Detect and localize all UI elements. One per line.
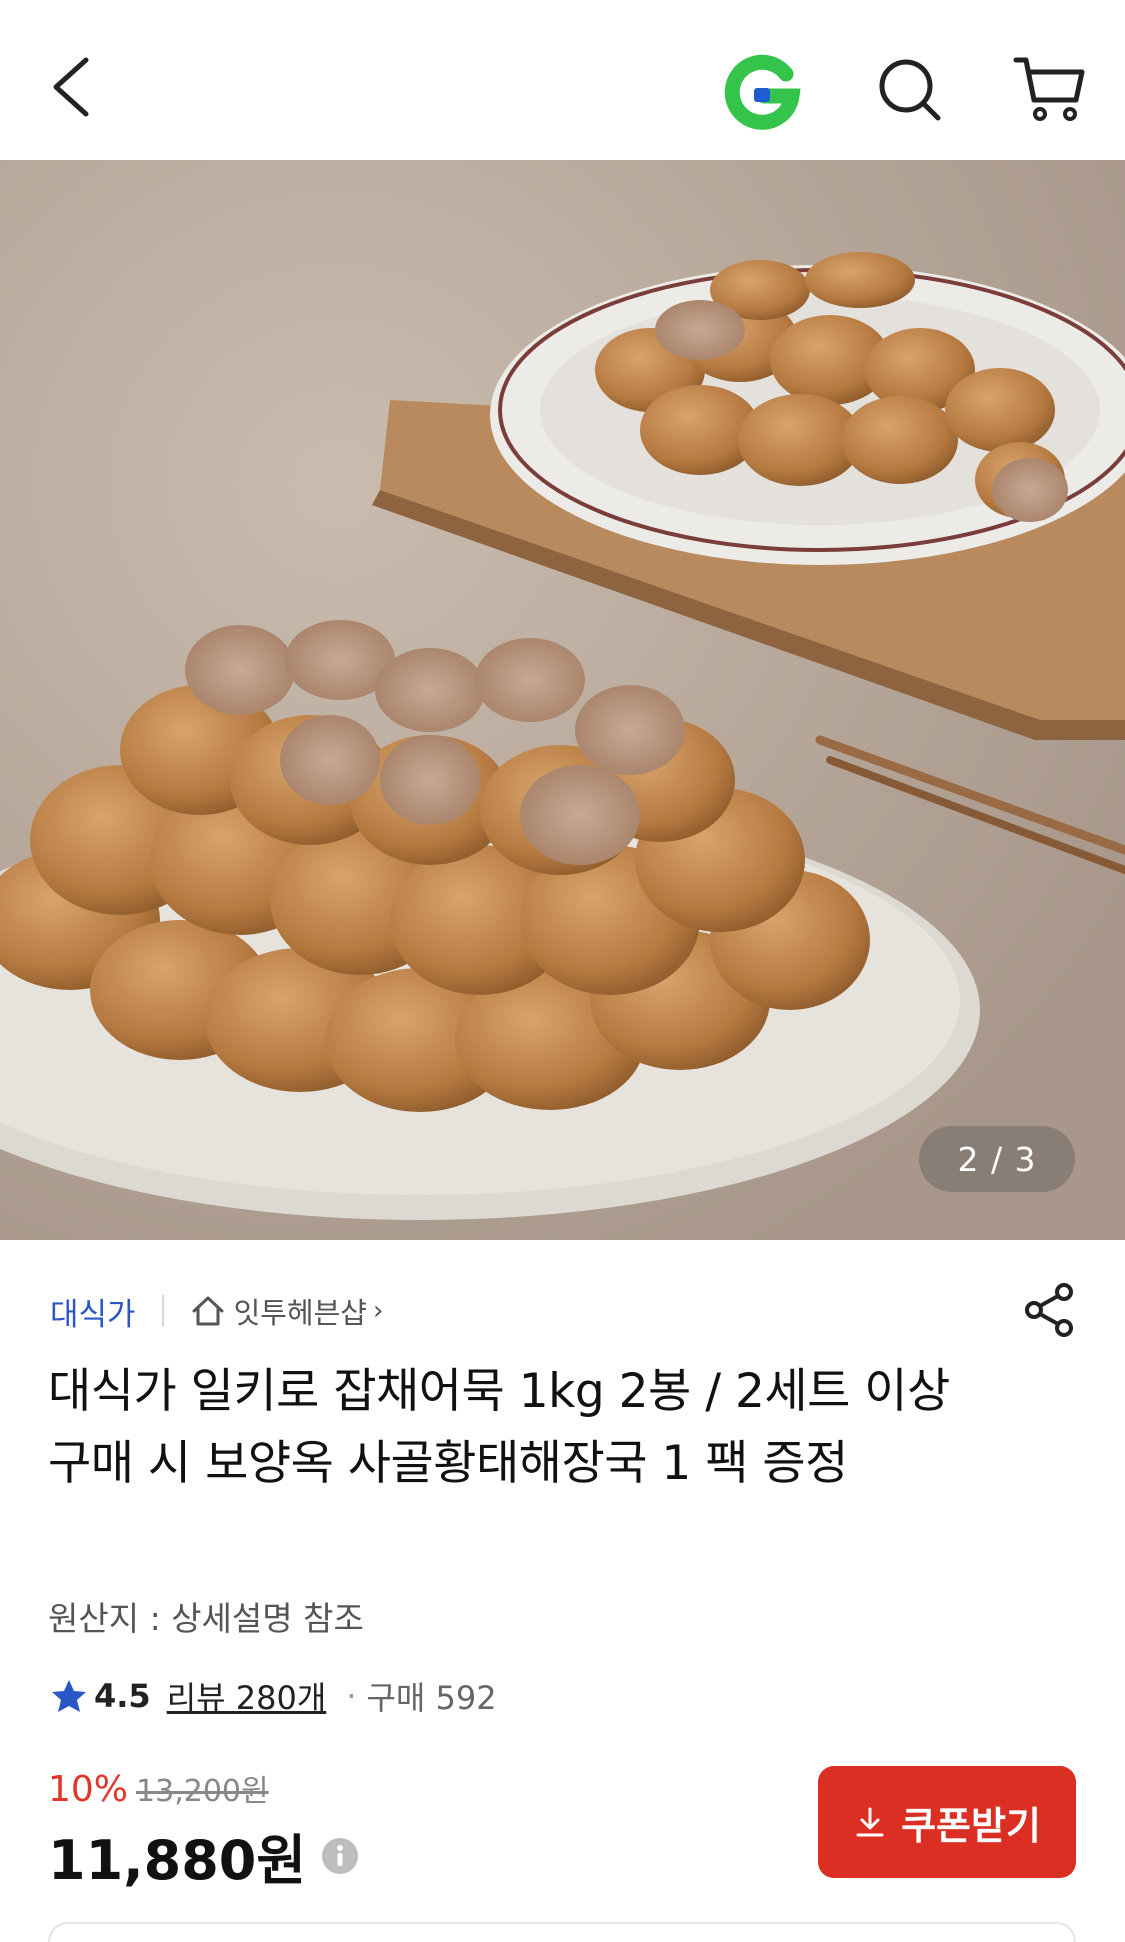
product-origin: 원산지 : 상세설명 참조 — [48, 1599, 364, 1638]
product-photo — [0, 160, 1125, 1240]
back-button[interactable] — [40, 52, 100, 122]
purchase-count: 구매 592 — [366, 1679, 497, 1717]
discount-rate: 10% — [48, 1769, 129, 1810]
top-header — [0, 0, 1125, 160]
original-price: 13,200원 — [136, 1774, 269, 1809]
image-page-indicator: 2 / 3 — [919, 1126, 1075, 1192]
star-icon — [52, 1680, 86, 1712]
price-block: 10% 13,200원 11,880원 — [48, 1766, 360, 1895]
shop-name: 잇투헤븐샵 — [233, 1296, 367, 1330]
gmarket-logo-icon[interactable] — [724, 52, 804, 132]
separator-dot: · — [346, 1677, 357, 1715]
share-icon — [1025, 1283, 1073, 1337]
seller-row: 대식가 잇투헤븐샵 › — [50, 1286, 383, 1336]
search-button[interactable] — [870, 50, 950, 130]
brand-link[interactable]: 대식가 — [50, 1289, 136, 1334]
cart-button[interactable] — [1010, 50, 1090, 130]
coupon-label: 쿠폰받기 — [901, 1803, 1041, 1848]
chevron-left-icon — [53, 57, 89, 117]
shop-link[interactable]: 잇투헤븐샵 › — [190, 1290, 384, 1332]
final-price: 11,880원 — [48, 1829, 307, 1892]
share-button[interactable] — [1020, 1280, 1080, 1340]
coupon-download-button[interactable]: 쿠폰받기 — [818, 1766, 1076, 1878]
seller-divider — [161, 1295, 164, 1327]
info-icon[interactable] — [320, 1836, 360, 1876]
product-title: 대식가 일키로 잡채어묵 1kg 2봉 / 2세트 이상 구매 시 보양옥 사골… — [48, 1364, 950, 1491]
home-icon — [192, 1296, 224, 1326]
rating-score: 4.5 — [94, 1677, 151, 1715]
download-icon — [856, 1807, 884, 1837]
review-count-link[interactable]: 리뷰 280개 — [167, 1673, 327, 1719]
cart-icon — [1013, 57, 1085, 121]
option-box[interactable] — [48, 1922, 1076, 1942]
search-icon — [879, 59, 941, 121]
chevron-right-icon: › — [372, 1296, 384, 1326]
rating-row: 4.5 리뷰 280개 · 구매 592 — [50, 1668, 497, 1724]
product-image-carousel[interactable]: 2 / 3 — [0, 160, 1125, 1240]
